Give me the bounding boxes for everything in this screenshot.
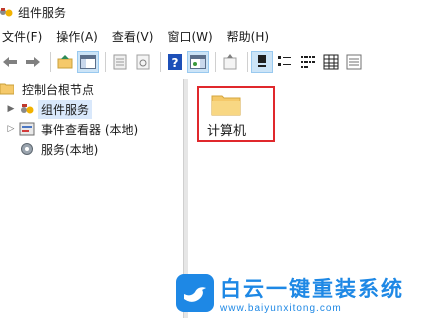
toolbar-separator bbox=[247, 52, 248, 72]
large-icons-view-icon bbox=[258, 55, 266, 67]
chevron-right-icon[interactable]: ▷ bbox=[6, 124, 16, 134]
title-bar: 组件服务 bbox=[0, 0, 430, 24]
show-hide-tree-button[interactable] bbox=[77, 51, 99, 73]
watermark-url: www.baiyunxitong.com bbox=[220, 302, 342, 314]
event-viewer-icon bbox=[19, 121, 35, 137]
watermark-text: 白云一键重装系统 www.baiyunxitong.com bbox=[220, 273, 404, 314]
list-view-icon bbox=[301, 56, 315, 68]
action-pane-icon bbox=[190, 55, 206, 69]
menu-action[interactable]: 操作(A) bbox=[49, 27, 105, 47]
toolbar-separator bbox=[50, 52, 51, 72]
chevron-right-icon[interactable]: ▶ bbox=[6, 104, 16, 114]
show-hide-action-pane-button[interactable] bbox=[187, 51, 209, 73]
toolbar-separator bbox=[160, 52, 161, 72]
tree-item-component-services[interactable]: ▶ 组件服务 bbox=[6, 99, 93, 119]
menu-bar: 文件(F) 操作(A) 查看(V) 窗口(W) 帮助(H) bbox=[0, 26, 430, 48]
menu-file[interactable]: 文件(F) bbox=[0, 27, 49, 47]
computers-folder-item[interactable]: 计算机 bbox=[197, 86, 275, 142]
component-services-icon bbox=[19, 101, 35, 117]
toolbar: ? bbox=[0, 48, 430, 76]
back-arrow-icon bbox=[3, 57, 17, 67]
list-button[interactable] bbox=[298, 52, 318, 72]
export-list-button[interactable] bbox=[220, 52, 240, 72]
watermark-title: 白云一键重装系统 bbox=[220, 276, 404, 301]
properties-icon bbox=[113, 54, 127, 70]
status-view-button[interactable] bbox=[344, 52, 364, 72]
status-view-icon bbox=[346, 54, 362, 70]
chevron-right-icon bbox=[6, 144, 16, 154]
tree-item-label: 服务(本地) bbox=[41, 142, 99, 157]
detail-button[interactable] bbox=[321, 52, 341, 72]
tree-item-event-viewer[interactable]: ▷ 事件查看器 (本地) bbox=[6, 119, 141, 139]
show-tree-icon bbox=[80, 55, 96, 69]
toolbar-separator bbox=[215, 52, 216, 72]
help-button[interactable]: ? bbox=[165, 52, 185, 72]
back-button[interactable] bbox=[0, 52, 20, 72]
properties-button[interactable] bbox=[110, 52, 130, 72]
tree-item-services[interactable]: 服务(本地) bbox=[6, 139, 101, 159]
folder-label: 计算机 bbox=[207, 124, 247, 139]
gear-icon bbox=[19, 141, 35, 157]
component-services-icon bbox=[0, 4, 14, 20]
window-title: 组件服务 bbox=[18, 5, 67, 20]
forward-button[interactable] bbox=[23, 52, 43, 72]
menu-view[interactable]: 查看(V) bbox=[105, 27, 161, 47]
tree-root[interactable]: 控制台根节点 bbox=[0, 79, 97, 99]
console-tree-pane: 控制台根节点 ▶ 组件服务 ▷ 事件查看器 (本地) 服务(本地) bbox=[0, 79, 183, 318]
tree-root-label: 控制台根节点 bbox=[22, 82, 95, 97]
bird-logo-icon bbox=[176, 274, 214, 312]
help-icon: ? bbox=[168, 54, 182, 70]
tree-item-label: 组件服务 bbox=[38, 99, 93, 119]
watermark: 白云一键重装系统 www.baiyunxitong.com bbox=[176, 268, 430, 318]
small-icons-button[interactable] bbox=[275, 52, 295, 72]
menu-window[interactable]: 窗口(W) bbox=[160, 27, 219, 47]
menu-help[interactable]: 帮助(H) bbox=[220, 27, 276, 47]
refresh-button[interactable] bbox=[133, 52, 153, 72]
small-icons-view-icon bbox=[278, 56, 291, 66]
svg-text:?: ? bbox=[172, 56, 179, 70]
folder-icon bbox=[211, 92, 241, 116]
large-icons-button[interactable] bbox=[251, 51, 273, 73]
forward-arrow-icon bbox=[26, 57, 40, 67]
detail-view-icon bbox=[323, 54, 339, 70]
up-one-level-button[interactable] bbox=[55, 52, 75, 72]
tree-item-label: 事件查看器 (本地) bbox=[41, 122, 139, 137]
refresh-icon bbox=[136, 54, 150, 70]
toolbar-separator bbox=[105, 52, 106, 72]
up-folder-icon bbox=[57, 55, 73, 69]
export-icon bbox=[223, 54, 237, 70]
folder-icon bbox=[0, 81, 16, 97]
